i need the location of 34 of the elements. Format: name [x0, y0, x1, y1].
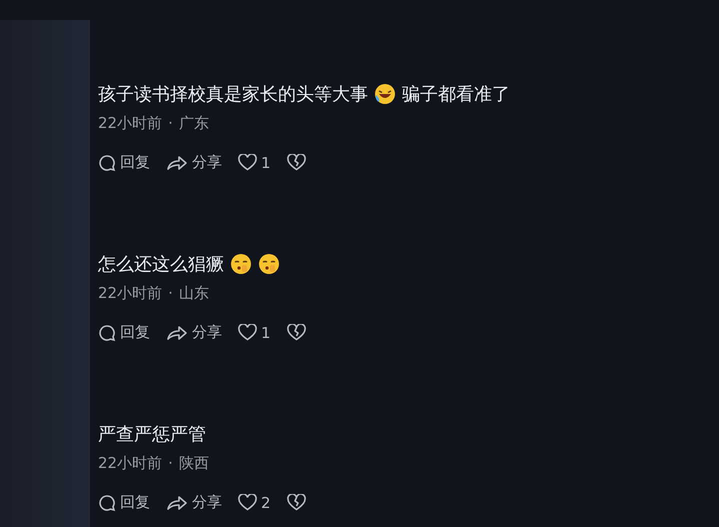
comment-time: 22小时前	[98, 284, 162, 303]
comment-text: 骗子都看准了	[402, 83, 510, 106]
comment-bubble-icon	[98, 154, 116, 172]
comment-bubble-icon	[98, 324, 116, 342]
share-arrow-icon	[166, 494, 188, 512]
dislike-button[interactable]	[286, 154, 306, 171]
comment-location: 山东	[178, 284, 209, 303]
comment-location: 广东	[178, 114, 209, 133]
share-arrow-icon	[166, 154, 188, 172]
separator-dot: ·	[168, 454, 173, 473]
comment-text: 怎么还这么猖獗	[98, 253, 224, 276]
dislike-button[interactable]	[286, 494, 306, 511]
comment-location: 陕西	[178, 454, 209, 473]
comment-time: 22小时前	[98, 114, 162, 133]
reply-button[interactable]: 回复	[98, 153, 150, 172]
comment-time: 22小时前	[98, 454, 162, 473]
shushing-emoji-icon	[230, 253, 252, 275]
comment-bubble-icon	[98, 494, 116, 512]
comment-text: 严查严惩严管	[98, 423, 206, 446]
share-arrow-icon	[166, 324, 188, 342]
separator-dot: ·	[168, 284, 173, 303]
share-button[interactable]: 分享	[166, 153, 222, 172]
dislike-button[interactable]	[286, 324, 306, 341]
share-button[interactable]: 分享	[166, 493, 222, 512]
laughing-crying-emoji-icon	[374, 83, 396, 105]
comment-text: 孩子读书择校真是家长的头等大事	[98, 83, 368, 106]
separator-dot: ·	[168, 114, 173, 133]
like-button[interactable]: 1	[238, 324, 271, 342]
like-button[interactable]: 1	[238, 154, 271, 172]
share-button[interactable]: 分享	[166, 323, 222, 342]
like-button[interactable]: 2	[238, 494, 271, 512]
shushing-emoji-icon	[258, 253, 280, 275]
reply-button[interactable]: 回复	[98, 323, 150, 342]
reply-button[interactable]: 回复	[98, 493, 150, 512]
